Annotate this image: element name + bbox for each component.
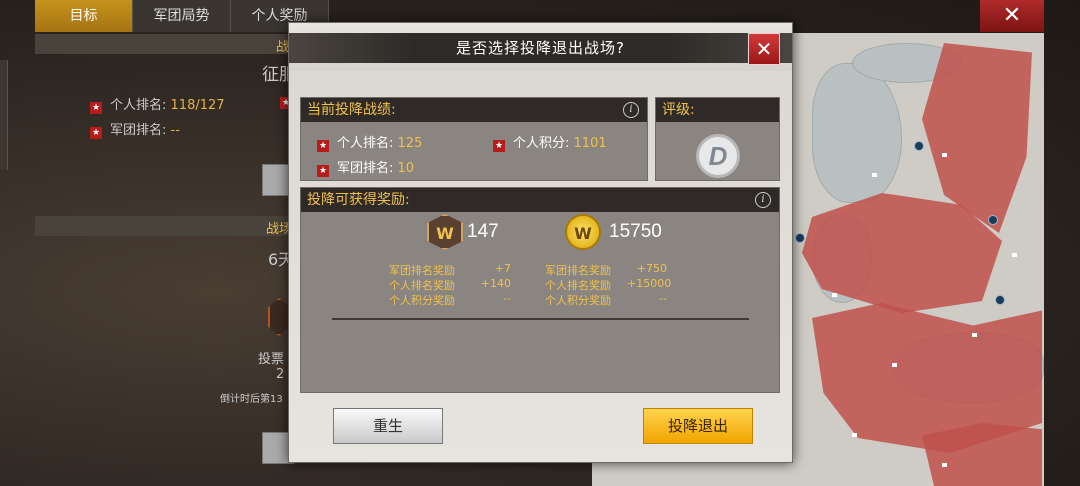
info-icon[interactable]: i: [623, 102, 639, 118]
respawn-button[interactable]: 重生: [333, 408, 443, 444]
bg-vote-text: 投票: [258, 352, 285, 367]
map-territory: [922, 423, 1042, 486]
screen-close-button[interactable]: ✕: [980, 0, 1044, 32]
bg-personal-rank: ★ 个人排名: 118/127: [90, 98, 225, 114]
rating-panel: 评级: D: [655, 97, 780, 181]
bg-section-header-2: [35, 216, 295, 236]
reward-value: --: [659, 292, 667, 305]
map-city[interactable]: [942, 153, 947, 157]
bg-section-header: [35, 34, 295, 54]
rating-header: 评级:: [656, 98, 779, 122]
current-stats-header: 当前投降战绩: i: [301, 98, 647, 122]
grade-d-badge: D: [696, 134, 740, 178]
reward-amount-medal: 147: [467, 221, 499, 242]
reward-amount-coin: 15750: [609, 221, 662, 242]
rewards-panel: 投降可获得奖励: i W 147 W 15750 军团排名奖励 +7 个人排名奖…: [300, 187, 780, 393]
tab-legion-situation[interactable]: 军团局势: [133, 0, 231, 32]
reward-value: --: [503, 292, 511, 305]
divider: [332, 318, 749, 320]
dialog-title-band: 是否选择投降退出战场?: [289, 33, 792, 63]
hex-medal-icon: W: [427, 214, 463, 250]
map-city[interactable]: [832, 293, 837, 297]
reward-label: 个人积分奖励: [545, 294, 611, 307]
map-city[interactable]: [972, 333, 977, 337]
map-unit-marker[interactable]: [988, 215, 998, 225]
reward-label: 个人排名奖励: [389, 279, 455, 292]
map-unit-marker[interactable]: [995, 295, 1005, 305]
map-city[interactable]: [852, 433, 857, 437]
gold-coin-icon: W: [565, 214, 601, 250]
bg-legion-rank: ★ 军团排名: --: [90, 123, 180, 139]
current-stats-title: 当前投降战绩:: [307, 102, 396, 118]
dialog-body: 当前投降战绩: i ★ 个人排名: 125 ★ 个人积分: 1101 ★ 军团排名: …: [289, 71, 792, 462]
map-city[interactable]: [892, 363, 897, 367]
bg-vote-sub: 2: [276, 367, 285, 382]
map-city[interactable]: [1012, 253, 1017, 257]
rewards-header: 投降可获得奖励: i: [301, 188, 779, 212]
close-icon: ✕: [1002, 3, 1022, 28]
reward-label: 军团排名奖励: [389, 264, 455, 277]
reward-label: 个人排名奖励: [545, 279, 611, 292]
star-icon: ★: [317, 165, 329, 177]
star-icon: ★: [90, 127, 102, 139]
stat-personal-rank: ★ 个人排名: 125: [317, 136, 423, 152]
tab-objectives[interactable]: 目标: [35, 0, 133, 32]
reward-value: +750: [636, 262, 667, 275]
surrender-dialog: 是否选择投降退出战场? ✕ 当前投降战绩: i ★ 个人排名: 125 ★ 个人积分…: [288, 22, 793, 463]
stat-personal-score: ★ 个人积分: 1101: [493, 136, 607, 152]
dialog-close-button[interactable]: ✕: [748, 33, 780, 65]
side-handle[interactable]: [0, 60, 8, 170]
info-icon[interactable]: i: [755, 192, 771, 208]
close-icon: ✕: [755, 37, 773, 61]
map-water: [812, 63, 902, 203]
dialog-header: 是否选择投降退出战场? ✕: [289, 23, 792, 71]
reward-label: 军团排名奖励: [545, 264, 611, 277]
reward-label: 个人积分奖励: [389, 294, 455, 307]
star-icon: ★: [317, 140, 329, 152]
current-stats-panel: 当前投降战绩: i ★ 个人排名: 125 ★ 个人积分: 1101 ★ 军团排名: …: [300, 97, 648, 181]
rewards-title: 投降可获得奖励:: [307, 192, 410, 208]
map-unit-marker[interactable]: [914, 141, 924, 151]
stat-legion-rank: ★ 军团排名: 10: [317, 161, 415, 177]
bg-countdown: 倒计时后第13: [220, 394, 283, 405]
map-unit-marker[interactable]: [795, 233, 805, 243]
reward-value: +140: [480, 277, 511, 290]
surrender-exit-button[interactable]: 投降退出: [643, 408, 753, 444]
star-icon: ★: [493, 140, 505, 152]
map-city[interactable]: [872, 173, 877, 177]
star-icon: ★: [90, 102, 102, 114]
reward-value: +15000: [627, 277, 672, 290]
reward-value: +7: [494, 262, 511, 275]
map-city[interactable]: [942, 463, 947, 467]
dialog-title: 是否选择投降退出战场?: [456, 39, 625, 57]
top-tab-bar: 目标 军团局势 个人奖励: [35, 0, 329, 32]
